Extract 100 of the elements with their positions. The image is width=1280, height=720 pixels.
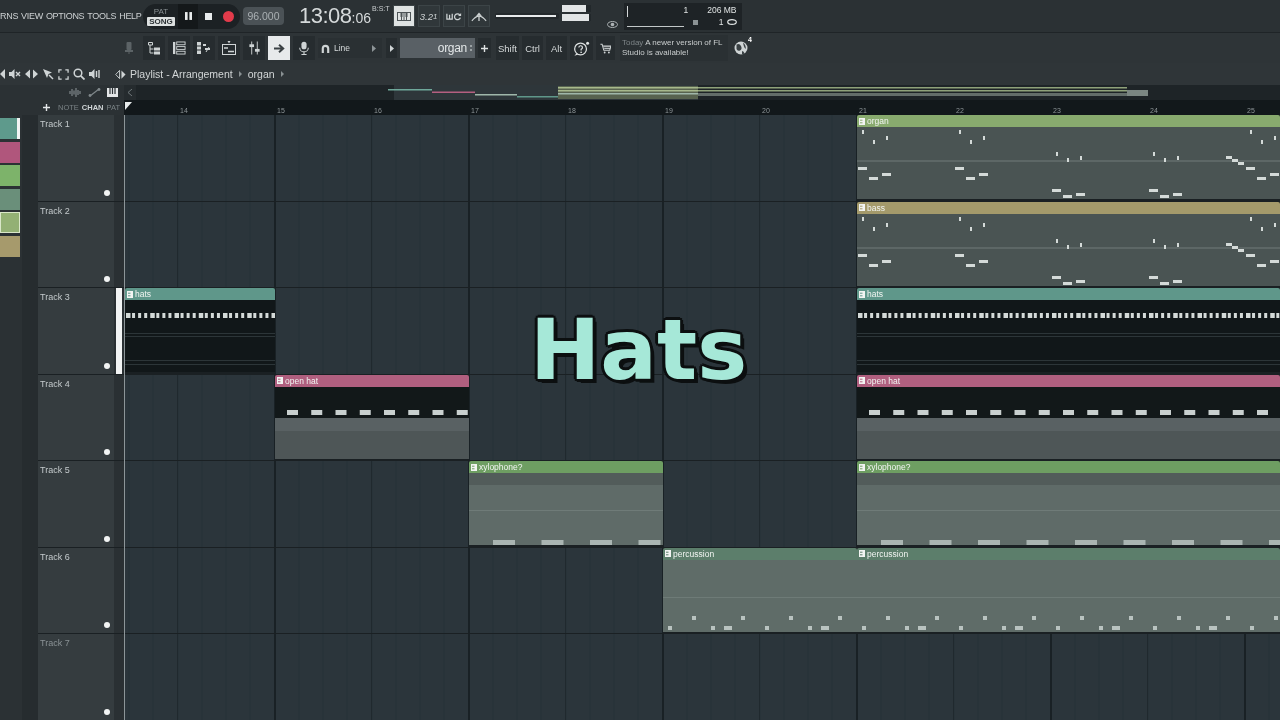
cpu-value: 1 [683,5,689,15]
pattern-clip[interactable]: open hat [857,374,1280,460]
track-header[interactable]: Track 1 [38,115,114,201]
pattern-clip[interactable]: bass [857,201,1280,287]
globe-icon[interactable] [734,41,748,55]
modifier-key-button[interactable]: Shift [496,36,519,60]
snap-selector[interactable]: Line [318,38,382,58]
cart-icon [600,42,611,54]
blend-toggle[interactable] [467,5,490,27]
track-header[interactable]: Track 3 [38,288,114,374]
track-header[interactable]: Track 7 [38,634,114,720]
clip-label: hats [135,289,152,299]
dot-icon[interactable] [104,622,110,628]
clip-header[interactable]: xylophone? [469,461,663,473]
loop-record-toggle[interactable] [442,5,465,27]
search-icon[interactable] [73,68,85,80]
caret-icon [389,44,394,52]
track-header[interactable]: Track 5 [38,461,114,547]
tempo-field[interactable]: 96.000 [243,7,284,25]
clip-header[interactable]: xylophone? [857,461,1280,473]
track-header[interactable]: Track 2 [38,201,114,287]
chevron-icon [238,71,242,77]
clip-label: bass [867,202,885,213]
dot-icon[interactable] [104,535,110,542]
pattern-icon [859,290,865,298]
view-button[interactable] [168,36,190,60]
pattern-swatch[interactable] [0,235,20,257]
breadcrumb-pattern[interactable]: organ [247,68,275,80]
piano-keys-icon[interactable] [107,88,118,97]
caret-icon[interactable] [128,89,132,96]
caption-text: Hats [530,308,748,392]
pattern-clip[interactable]: open hat [275,374,469,460]
clip-header[interactable]: hats [857,288,1280,300]
performance-monitor[interactable]: 1 206 MB 1 [623,2,742,30]
song-time-ticks: :06 [351,10,372,26]
pattern-clip[interactable]: hats [125,288,275,374]
view-button[interactable] [193,36,215,60]
mode-tab[interactable]: SONG [147,16,175,26]
picker-scrollbar[interactable] [22,115,38,720]
playlist-icon [222,41,236,55]
horizontal-arrows-icon[interactable] [25,69,38,79]
pattern-swatch[interactable] [0,212,20,233]
master-volume-slider[interactable] [494,13,559,19]
clip-label: xylophone? [479,462,523,472]
menu-item[interactable]: TOOLS [87,11,117,21]
eye-icon[interactable] [606,21,618,28]
track-header[interactable]: Track 6 [38,547,114,633]
view-button[interactable] [218,36,240,60]
menu-item[interactable]: HELP [119,11,142,21]
news-notification[interactable]: Today A newer version of FL Studio is available! [620,35,728,61]
cursor-icon[interactable] [42,68,54,80]
view-button[interactable] [293,36,315,60]
playlist-grid[interactable]: organ bass hats hats open hat open hat xylophone? xylophone? percussion percussion Hats [124,115,1280,720]
menu-item[interactable]: VIEW [21,11,43,21]
arrangement-overview-drawing[interactable] [136,85,1280,100]
modifier-key-button[interactable]: Ctrl [522,36,543,60]
help-button[interactable] [570,36,593,60]
memory-value: 206 MB [707,5,737,15]
dot-icon[interactable] [104,449,110,455]
pattern-clip[interactable]: percussion [857,547,1280,633]
pattern-clip[interactable]: xylophone? [469,461,663,547]
mixer-icon [247,41,261,55]
pattern-swatch[interactable] [0,141,20,163]
dot-icon[interactable] [104,189,110,196]
modifier-key-button[interactable]: Alt [546,36,567,60]
track-name: Track 1 [40,119,71,129]
node-link-icon[interactable] [88,88,101,97]
pattern-clip[interactable]: percussion [663,547,857,633]
track-header[interactable]: Track 4 [38,374,114,460]
view-button[interactable] [243,36,265,60]
pattern-selector[interactable]: organ [400,38,475,58]
dot-icon[interactable] [104,362,110,369]
pattern-clip[interactable]: xylophone? [857,461,1280,547]
clip-header[interactable]: hats [125,288,275,300]
dot-icon[interactable] [104,708,110,715]
double-arrow-icon[interactable] [115,68,126,80]
speaker-icon[interactable] [89,68,101,80]
pattern-swatch[interactable] [0,165,20,186]
menu-item[interactable]: RNS [0,11,19,21]
plus-icon[interactable] [43,104,50,111]
pattern-clip[interactable]: hats [857,288,1280,374]
mode-tab[interactable]: PAT [151,6,171,16]
pause-button[interactable] [178,3,198,29]
keyboard-toggle[interactable] [392,5,415,27]
view-button[interactable] [143,36,165,60]
pattern-icon [859,204,865,211]
shop-button[interactable] [596,36,615,60]
play-pattern-button[interactable] [386,38,397,58]
view-button[interactable] [268,36,290,60]
song-time: 13:08 [299,3,352,29]
add-pattern-button[interactable] [478,38,491,58]
pattern-swatch[interactable] [0,118,20,139]
track-name: Track 6 [40,551,71,562]
stop-icon [204,12,212,20]
triangle-icon[interactable] [0,69,5,79]
frame-corners-icon[interactable] [58,68,69,80]
menu-item[interactable]: OPTIONS [45,11,85,21]
mute-icon[interactable] [9,68,21,80]
pattern-swatch[interactable] [0,188,20,210]
dot-icon[interactable] [104,276,110,282]
